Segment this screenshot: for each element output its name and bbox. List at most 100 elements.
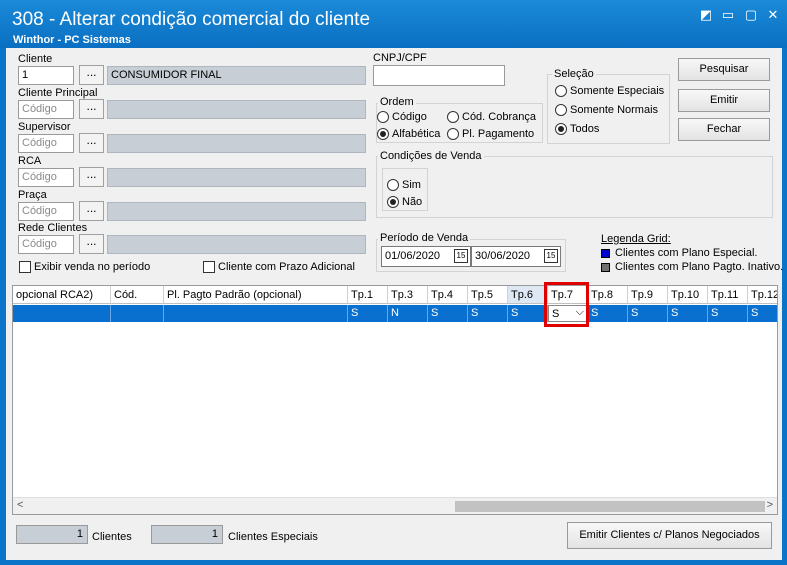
supervisor-input[interactable]: Código bbox=[18, 134, 74, 153]
calendar-icon[interactable]: 15 bbox=[544, 249, 558, 263]
cliente-search-button[interactable]: ... bbox=[79, 65, 104, 85]
cnpj-label: CNPJ/CPF bbox=[373, 52, 427, 64]
grid-header[interactable]: Tp.5 bbox=[468, 286, 508, 304]
grid-cell[interactable] bbox=[164, 305, 348, 322]
grid-header[interactable]: Cód. bbox=[111, 286, 164, 304]
grid-cell[interactable]: S bbox=[468, 305, 508, 322]
minimize-icon[interactable]: ▭ bbox=[721, 8, 735, 22]
supervisor-label: Supervisor bbox=[18, 121, 71, 133]
grid-header[interactable]: Pl. Pagto Padrão (opcional) bbox=[164, 286, 348, 304]
grid-header[interactable]: Tp.10 bbox=[668, 286, 708, 304]
close-icon[interactable]: ✕ bbox=[766, 8, 780, 22]
especiais-label: Clientes Especiais bbox=[228, 531, 318, 543]
selecao-normais-label: Somente Normais bbox=[570, 104, 659, 116]
ordem-codigo-radio[interactable] bbox=[377, 111, 389, 123]
supervisor-search-button[interactable]: ... bbox=[79, 133, 104, 153]
rca-input[interactable]: Código bbox=[18, 168, 74, 187]
grid-cell[interactable]: S bbox=[348, 305, 388, 322]
rede-clientes-input[interactable]: Código bbox=[18, 235, 74, 254]
highlight-box bbox=[544, 282, 589, 327]
praca-input[interactable]: Código bbox=[18, 202, 74, 221]
fechar-button[interactable]: Fechar bbox=[678, 118, 770, 141]
grid-header[interactable]: Tp.6 bbox=[508, 286, 548, 304]
clientes-count: 1 bbox=[16, 525, 88, 544]
cliente-code-input[interactable]: 1 bbox=[18, 66, 74, 85]
selecao-especiais-label: Somente Especiais bbox=[570, 85, 665, 97]
scroll-left-icon[interactable]: < bbox=[17, 499, 23, 511]
selecao-normais-radio[interactable] bbox=[555, 104, 567, 116]
pesquisar-button[interactable]: Pesquisar bbox=[678, 58, 770, 81]
prazo-adicional-checkbox[interactable] bbox=[203, 261, 215, 273]
rede-clientes-search-button[interactable]: ... bbox=[79, 234, 104, 254]
grid-cell[interactable] bbox=[13, 305, 111, 322]
selecao-todos-radio[interactable] bbox=[555, 123, 567, 135]
supervisor-name-field bbox=[107, 134, 366, 153]
ordem-pl-pagamento-label: Pl. Pagamento bbox=[462, 128, 535, 140]
grid-cell[interactable]: S bbox=[748, 305, 777, 322]
ordem-cod-cobranca-radio[interactable] bbox=[447, 111, 459, 123]
exibir-venda-checkbox[interactable] bbox=[19, 261, 31, 273]
grid-header[interactable]: Tp.3 bbox=[388, 286, 428, 304]
client-area: Cliente 1 ... CONSUMIDOR FINAL Cliente P… bbox=[6, 48, 784, 560]
rca-search-button[interactable]: ... bbox=[79, 167, 104, 187]
clients-grid[interactable]: opcional RCA2) Cód. Pl. Pagto Padrão (op… bbox=[12, 285, 778, 515]
title-bar: 308 - Alterar condição comercial do clie… bbox=[0, 0, 787, 48]
cnpj-input[interactable] bbox=[373, 65, 505, 86]
condicoes-nao-radio[interactable] bbox=[387, 196, 399, 208]
condicoes-nao-label: Não bbox=[402, 196, 423, 208]
window-title: 308 - Alterar condição comercial do clie… bbox=[12, 9, 371, 30]
condicoes-sim-label: Sim bbox=[402, 179, 421, 191]
legenda-inativo-label: Clientes com Plano Pagto. Inativo. bbox=[615, 261, 784, 273]
cliente-principal-input[interactable]: Código bbox=[18, 100, 74, 119]
ordem-alfabetica-radio[interactable] bbox=[377, 128, 389, 140]
praca-label: Praça bbox=[18, 189, 47, 201]
grid-cell[interactable] bbox=[111, 305, 164, 322]
especiais-count: 1 bbox=[151, 525, 223, 544]
grid-header[interactable]: Tp.9 bbox=[628, 286, 668, 304]
cliente-principal-label: Cliente Principal bbox=[18, 87, 98, 99]
emitir-button[interactable]: Emitir bbox=[678, 89, 770, 112]
grid-header[interactable]: Tp.12 bbox=[748, 286, 777, 304]
rede-clientes-label: Rede Clientes bbox=[18, 222, 88, 234]
selecao-title: Seleção bbox=[552, 68, 596, 80]
grid-cell[interactable]: S bbox=[508, 305, 548, 322]
clientes-label: Clientes bbox=[92, 531, 132, 543]
emitir-planos-button[interactable]: Emitir Clientes c/ Planos Negociados bbox=[567, 522, 772, 549]
grid-cell[interactable]: N bbox=[388, 305, 428, 322]
grid-header[interactable]: Tp.1 bbox=[348, 286, 388, 304]
periodo-start-input[interactable]: 01/06/2020 15 bbox=[381, 246, 471, 267]
grid-header[interactable]: Tp.4 bbox=[428, 286, 468, 304]
condicoes-group bbox=[376, 156, 773, 218]
scrollbar-thumb[interactable] bbox=[455, 501, 765, 512]
maximize-icon[interactable]: ▢ bbox=[744, 8, 758, 22]
periodo-end-value: 30/06/2020 bbox=[475, 250, 531, 262]
praca-search-button[interactable]: ... bbox=[79, 201, 104, 221]
condicoes-sim-radio[interactable] bbox=[387, 179, 399, 191]
selecao-todos-label: Todos bbox=[570, 123, 600, 135]
prazo-adicional-label: Cliente com Prazo Adicional bbox=[218, 261, 355, 273]
cliente-name-field: CONSUMIDOR FINAL bbox=[107, 66, 366, 85]
grid-cell[interactable]: S bbox=[708, 305, 748, 322]
grid-cell[interactable]: S bbox=[428, 305, 468, 322]
grid-cell[interactable]: S bbox=[628, 305, 668, 322]
calendar-icon[interactable]: 15 bbox=[454, 249, 468, 263]
condicoes-title: Condições de Venda bbox=[378, 150, 484, 162]
grid-cell[interactable]: S bbox=[588, 305, 628, 322]
grid-header[interactable]: Tp.8 bbox=[588, 286, 628, 304]
scroll-right-icon[interactable]: > bbox=[767, 499, 773, 511]
restore-icon[interactable]: ◩ bbox=[699, 8, 713, 22]
legenda-especial-swatch bbox=[601, 249, 610, 258]
selecao-especiais-radio[interactable] bbox=[555, 85, 567, 97]
legenda-inativo-swatch bbox=[601, 263, 610, 272]
legenda-especial-label: Clientes com Plano Especial. bbox=[615, 247, 758, 259]
ordem-pl-pagamento-radio[interactable] bbox=[447, 128, 459, 140]
periodo-title: Período de Venda bbox=[378, 232, 471, 244]
grid-cell[interactable]: S bbox=[668, 305, 708, 322]
periodo-end-input[interactable]: 30/06/2020 15 bbox=[471, 246, 561, 267]
horizontal-scrollbar[interactable]: < > bbox=[13, 497, 777, 514]
cliente-principal-name-field bbox=[107, 100, 366, 119]
ordem-cod-cobranca-label: Cód. Cobrança bbox=[462, 111, 536, 123]
grid-header[interactable]: Tp.11 bbox=[708, 286, 748, 304]
grid-header[interactable]: opcional RCA2) bbox=[13, 286, 111, 304]
cliente-principal-search-button[interactable]: ... bbox=[79, 99, 104, 119]
